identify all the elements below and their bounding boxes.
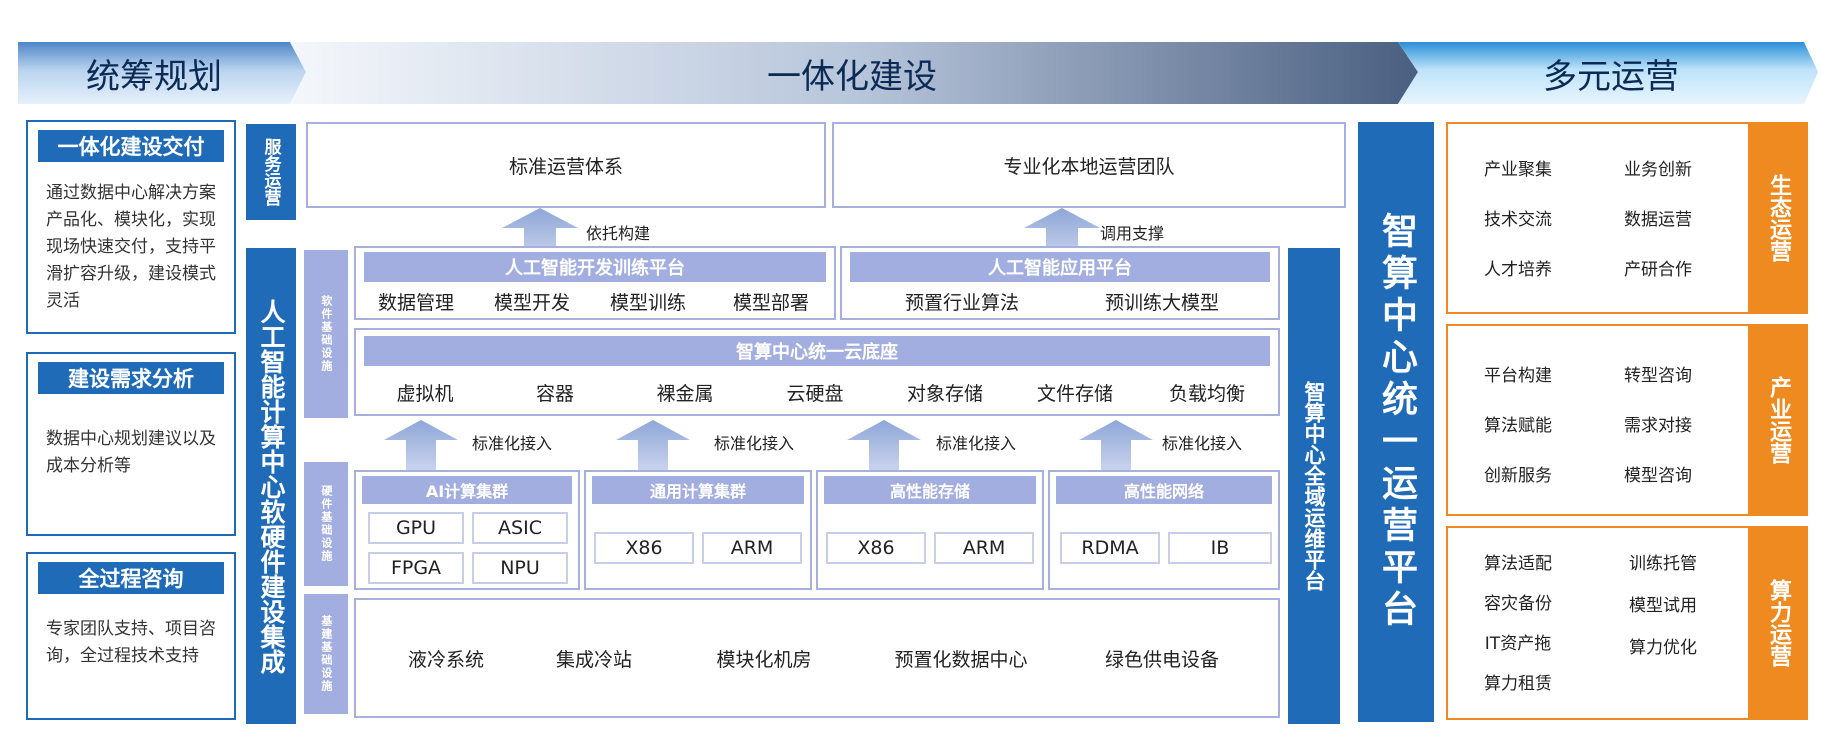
right-item: 业务创新 bbox=[1624, 159, 1692, 180]
hw-chip: FPGA bbox=[368, 552, 464, 584]
hw-chip: X86 bbox=[594, 532, 694, 564]
ai-app-item: 预置行业算法 bbox=[904, 291, 1019, 314]
cloud-item: 云硬盘 bbox=[786, 382, 844, 405]
arrow-up-icon bbox=[384, 420, 458, 476]
software-infra-label: 软件基础设施 bbox=[304, 250, 348, 418]
cloud-item: 对象存储 bbox=[906, 382, 983, 405]
banner-operations: 多元运营 bbox=[1543, 56, 1679, 97]
arrow-label: 调用支撑 bbox=[1100, 224, 1165, 243]
hw-chip: ASIC bbox=[472, 512, 568, 544]
base-item: 绿色供电设备 bbox=[1104, 648, 1219, 671]
base-item: 液冷系统 bbox=[407, 648, 484, 671]
access-label: 标准化接入 bbox=[714, 434, 795, 453]
cloud-item: 容器 bbox=[535, 382, 574, 405]
right-item: 算法赋能 bbox=[1484, 415, 1552, 436]
right-group-ecosystem: 生态运营 产业聚集 业务创新 技术交流 数据运营 人才培养 产研合作 bbox=[1446, 122, 1808, 314]
right-item: 创新服务 bbox=[1484, 465, 1552, 486]
right-item: 容灾备份 bbox=[1484, 593, 1552, 614]
arrow-up-icon bbox=[616, 420, 690, 476]
hw-group-title: 高性能网络 bbox=[1056, 476, 1272, 504]
cloud-item: 裸金属 bbox=[656, 382, 714, 405]
ai-app-platform: 人工智能应用平台 预置行业算法 预训练大模型 bbox=[840, 246, 1280, 320]
hw-group-title: AI计算集群 bbox=[362, 476, 572, 504]
right-item: 平台构建 bbox=[1484, 365, 1552, 386]
cloud-item: 负载均衡 bbox=[1168, 382, 1245, 405]
left-panel-delivery: 一体化建设交付 通过数据中心解决方案产品化、模块化，实现现场快速交付，支持平滑扩… bbox=[26, 120, 236, 334]
arrow-up-icon bbox=[1079, 420, 1153, 476]
right-group-tab: 产业运营 bbox=[1748, 326, 1808, 514]
left-panel-analysis: 建设需求分析 数据中心规划建议以及成本分析等 bbox=[26, 352, 236, 536]
banner-construction: 一体化建设 bbox=[767, 56, 937, 97]
base-item: 集成冷站 bbox=[555, 648, 632, 671]
hw-chip: IB bbox=[1168, 532, 1272, 564]
unified-ops-platform-label: 智算中心统一运营平台 bbox=[1358, 122, 1434, 722]
ai-app-platform-title: 人工智能应用平台 bbox=[850, 252, 1270, 282]
left-panel-text: 专家团队支持、项目咨询，全过程技术支持 bbox=[46, 619, 216, 666]
right-group-tab: 算力运营 bbox=[1748, 528, 1808, 718]
right-group-industry: 产业运营 平台构建 转型咨询 算法赋能 需求对接 创新服务 模型咨询 bbox=[1446, 324, 1808, 516]
arrow-label: 依托构建 bbox=[586, 224, 651, 243]
ai-dev-item: 模型开发 bbox=[493, 291, 570, 314]
left-panel-text: 通过数据中心解决方案产品化、模块化，实现现场快速交付，支持平滑扩容升级，建设模式… bbox=[46, 183, 216, 311]
hw-chip: ARM bbox=[702, 532, 802, 564]
right-group-compute: 算力运营 算法适配 训练托管 容灾备份 模型试用 IT资产拖 算力优化 算力租赁 bbox=[1446, 526, 1808, 720]
service-ops-label: 服务运营 bbox=[246, 124, 296, 220]
right-item: 转型咨询 bbox=[1624, 365, 1692, 386]
ai-dev-platform-title: 人工智能开发训练平台 bbox=[364, 252, 826, 282]
local-ops-team: 专业化本地运营团队 bbox=[832, 122, 1346, 208]
right-item: IT资产拖 bbox=[1484, 633, 1552, 654]
integration-label: 人工智能计算中心软硬件建设集成 bbox=[246, 248, 296, 724]
right-item: 产业聚集 bbox=[1484, 159, 1552, 180]
base-infra-row: 液冷系统 集成冷站 模块化机房 预置化数据中心 绿色供电设备 bbox=[354, 598, 1280, 718]
right-item: 训练托管 bbox=[1629, 553, 1697, 574]
right-item: 产研合作 bbox=[1624, 259, 1692, 280]
hw-group-title: 高性能存储 bbox=[824, 476, 1036, 504]
left-panel-text: 数据中心规划建议以及成本分析等 bbox=[46, 429, 216, 476]
cloud-item: 文件存储 bbox=[1036, 382, 1113, 405]
hw-group-ai: AI计算集群 GPU ASIC FPGA NPU bbox=[354, 470, 580, 590]
hw-chip: RDMA bbox=[1060, 532, 1160, 564]
left-panel-title: 一体化建设交付 bbox=[38, 130, 224, 162]
access-label: 标准化接入 bbox=[1162, 434, 1243, 453]
base-item: 预置化数据中心 bbox=[894, 648, 1028, 671]
hw-group-title: 通用计算集群 bbox=[592, 476, 804, 504]
right-item: 算力优化 bbox=[1629, 637, 1697, 658]
arrow-up-icon bbox=[847, 420, 921, 476]
hw-group-network: 高性能网络 RDMA IB bbox=[1048, 470, 1280, 590]
right-item: 技术交流 bbox=[1484, 209, 1552, 230]
base-item: 模块化机房 bbox=[716, 648, 812, 671]
hw-chip: X86 bbox=[826, 532, 926, 564]
ai-dev-item: 模型部署 bbox=[732, 291, 809, 314]
right-item: 算法适配 bbox=[1484, 553, 1552, 574]
banner-planning: 统筹规划 bbox=[86, 56, 222, 97]
base-infra-label: 基建基础设施 bbox=[304, 594, 348, 714]
ai-app-item: 预训练大模型 bbox=[1104, 291, 1219, 314]
cloud-base-title: 智算中心统一云底座 bbox=[364, 336, 1270, 366]
left-panel-consulting: 全过程咨询 专家团队支持、项目咨询，全过程技术支持 bbox=[26, 552, 236, 720]
hw-chip: GPU bbox=[368, 512, 464, 544]
access-label: 标准化接入 bbox=[472, 434, 553, 453]
hw-chip: NPU bbox=[472, 552, 568, 584]
right-item: 人才培养 bbox=[1484, 259, 1552, 280]
right-item: 需求对接 bbox=[1624, 415, 1692, 436]
ai-dev-item: 数据管理 bbox=[377, 291, 454, 314]
hardware-infra-label: 硬件基础设施 bbox=[304, 462, 348, 586]
left-panel-title: 建设需求分析 bbox=[38, 362, 224, 394]
right-group-tab: 生态运营 bbox=[1748, 124, 1808, 312]
cloud-base: 智算中心统一云底座 虚拟机 容器 裸金属 云硬盘 对象存储 文件存储 负载均衡 bbox=[354, 328, 1280, 416]
right-item: 算力租赁 bbox=[1484, 673, 1552, 694]
global-ops-platform-label: 智算中心全域运维平台 bbox=[1288, 248, 1340, 724]
hw-chip: ARM bbox=[934, 532, 1034, 564]
ai-dev-item: 模型训练 bbox=[609, 291, 686, 314]
left-panel-title: 全过程咨询 bbox=[38, 562, 224, 594]
right-item: 模型咨询 bbox=[1624, 465, 1692, 486]
right-item: 模型试用 bbox=[1629, 595, 1697, 616]
ai-dev-platform: 人工智能开发训练平台 数据管理 模型开发 模型训练 模型部署 bbox=[354, 246, 836, 320]
right-item: 数据运营 bbox=[1624, 209, 1692, 230]
cloud-item: 虚拟机 bbox=[396, 382, 454, 405]
standard-ops-system: 标准运营体系 bbox=[306, 122, 826, 208]
hw-group-general: 通用计算集群 X86 ARM bbox=[584, 470, 812, 590]
hw-group-storage: 高性能存储 X86 ARM bbox=[816, 470, 1044, 590]
access-label: 标准化接入 bbox=[936, 434, 1017, 453]
